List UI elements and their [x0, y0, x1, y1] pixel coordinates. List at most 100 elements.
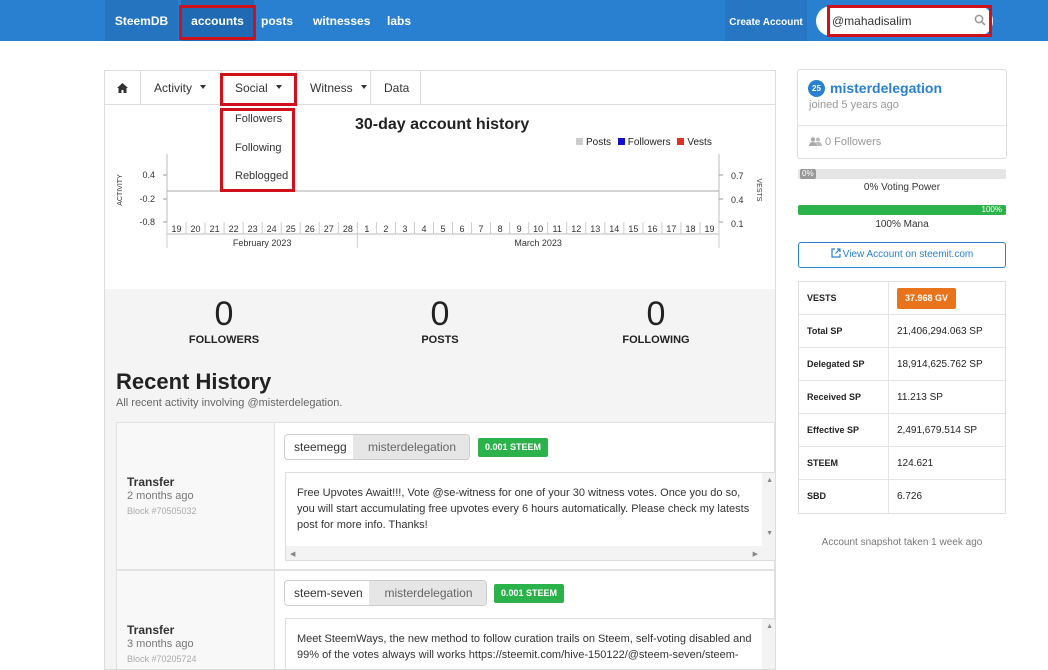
- right-tick-label: 0.1: [731, 219, 744, 229]
- value-key: Received SP: [807, 392, 862, 402]
- tab-witness[interactable]: Witness: [297, 71, 371, 105]
- highlight-accounts: [179, 5, 256, 40]
- memo-box[interactable]: Meet SteemWays, the new method to follow…: [285, 618, 775, 669]
- posts-label: POSTS: [421, 334, 459, 346]
- tab-data-label: Data: [384, 81, 410, 95]
- memo-text: Free Upvotes Await!!!, Vote @se-witness …: [297, 487, 750, 531]
- home-icon: [117, 83, 128, 93]
- scroll-up-icon[interactable]: ▲: [766, 623, 773, 630]
- view-on-steemit-label: View Account on steemit.com: [842, 249, 974, 260]
- nav-witnesses[interactable]: witnesses: [313, 0, 370, 41]
- following-count: 0: [646, 295, 666, 333]
- tab-data[interactable]: Data: [371, 71, 421, 105]
- category-label: 25: [286, 224, 296, 234]
- scroll-left-icon[interactable]: ◀: [290, 550, 295, 558]
- tab-activity-label: Activity: [154, 81, 193, 95]
- profile-card: 25 misterdelegation joined 5 years ago 0…: [797, 69, 1007, 159]
- scroll-down-icon[interactable]: ▼: [766, 530, 773, 537]
- history-type: Transfer: [127, 623, 175, 637]
- category-label: 19: [172, 224, 182, 234]
- month-label: February 2023: [233, 238, 292, 248]
- value-val: 6.726: [897, 491, 923, 502]
- transfer-to[interactable]: misterdelegation: [369, 581, 486, 605]
- memo-box[interactable]: Free Upvotes Await!!!, Vote @se-witness …: [285, 472, 775, 561]
- followers-text: 0 Followers: [825, 136, 882, 148]
- mana-bar: 100%: [798, 205, 1006, 215]
- brand-link[interactable]: SteemDB: [105, 0, 178, 41]
- category-label: 18: [685, 224, 695, 234]
- value-key: Delegated SP: [807, 359, 865, 369]
- mana-percent: 100%: [981, 205, 1002, 214]
- reputation-badge: 25: [808, 80, 825, 97]
- nav-posts[interactable]: posts: [261, 0, 293, 41]
- history-type: Transfer: [127, 475, 175, 489]
- category-label: 9: [517, 224, 522, 234]
- transfer-parties: steem-seven misterdelegation: [284, 580, 487, 606]
- value-val: 124.621: [897, 458, 934, 469]
- recent-history-subtitle: All recent activity involving @misterdel…: [116, 397, 343, 409]
- vests-badge: 37.968 GV: [897, 288, 957, 309]
- chart-plot: ACTIVITY VESTS0.4-0.2-0.80.70.40.119 20 21 2…: [117, 154, 762, 248]
- history-block[interactable]: Block #70505032: [127, 506, 197, 516]
- account-history-chart: 30-day account history Posts Followers V…: [105, 106, 775, 288]
- category-label: 23: [248, 224, 258, 234]
- account-tabs: Activity Social Witness Data: [105, 71, 775, 105]
- value-row-vests: VESTS 37.968 GV: [799, 282, 1005, 315]
- category-label: 2: [383, 224, 388, 234]
- right-tick-label: 0.4: [731, 195, 744, 205]
- value-row-received-sp: Received SP 11.213 SP: [799, 381, 1005, 414]
- scroll-up-icon[interactable]: ▲: [766, 477, 773, 484]
- left-tick-label: 0.4: [142, 170, 155, 180]
- snapshot-note: Account snapshot taken 1 week ago: [821, 537, 983, 548]
- highlight-social-menu: [220, 108, 295, 192]
- voting-power-bar: 0%: [798, 169, 1006, 179]
- value-val: 21,406,294.063 SP: [897, 326, 983, 337]
- category-label: 10: [533, 224, 543, 234]
- left-tick-label: -0.2: [139, 194, 155, 204]
- highlight-search: [827, 5, 992, 37]
- account-values-table: VESTS 37.968 GV Total SP 21,406,294.063 SP…: [798, 281, 1006, 514]
- category-label: 1: [364, 224, 369, 234]
- scroll-right-icon[interactable]: ▶: [753, 550, 758, 558]
- nav-labs[interactable]: labs: [387, 0, 411, 41]
- right-tick-label: 0.7: [731, 171, 744, 181]
- view-on-steemit-button[interactable]: View Account on steemit.com: [798, 242, 1006, 268]
- posts-count: 0: [430, 295, 450, 333]
- category-label: 19: [704, 224, 714, 234]
- horizontal-scrollbar[interactable]: [286, 546, 775, 560]
- value-row-total-sp: Total SP 21,406,294.063 SP: [799, 315, 1005, 348]
- transfer-amount: 0.001 STEEM: [478, 438, 549, 457]
- profile-username[interactable]: misterdelegation: [830, 80, 942, 96]
- caret-down-icon: [200, 85, 207, 89]
- value-key: STEEM: [807, 458, 839, 468]
- external-link-icon: [831, 248, 841, 258]
- caret-down-icon: [360, 85, 367, 89]
- value-key: SBD: [807, 491, 827, 501]
- category-label: 5: [440, 224, 445, 234]
- transfer-from[interactable]: steem-seven: [285, 581, 372, 605]
- category-label: 8: [498, 224, 503, 234]
- category-label: 26: [305, 224, 315, 234]
- tab-home[interactable]: [105, 71, 141, 105]
- value-key: VESTS: [807, 293, 837, 303]
- value-row-effective-sp: Effective SP 2,491,679.514 SP: [799, 414, 1005, 447]
- recent-history-title: Recent History: [116, 369, 272, 394]
- category-label: 13: [590, 224, 600, 234]
- tab-activity[interactable]: Activity: [141, 71, 222, 105]
- left-tick-label: -0.8: [139, 217, 155, 227]
- history-meta: Transfer 2 months ago Block #70505032: [117, 423, 275, 569]
- mana-fill: [798, 205, 1006, 215]
- memo-text: Meet SteemWays, the new method to follow…: [297, 633, 752, 661]
- transfer-from[interactable]: steemegg: [285, 435, 356, 459]
- category-label: 17: [666, 224, 676, 234]
- create-account-link[interactable]: Create Account: [725, 0, 807, 41]
- category-label: 21: [210, 224, 220, 234]
- history-item: Transfer 3 months ago Block #70205724 st…: [116, 570, 775, 669]
- history-block[interactable]: Block #70205724: [127, 654, 197, 664]
- category-label: 14: [609, 224, 619, 234]
- transfer-to[interactable]: misterdelegation: [353, 435, 469, 459]
- right-axis-title: VESTS: [755, 179, 762, 202]
- category-label: 6: [460, 224, 465, 234]
- value-row-steem: STEEM 124.621: [799, 447, 1005, 480]
- users-icon: [809, 137, 822, 146]
